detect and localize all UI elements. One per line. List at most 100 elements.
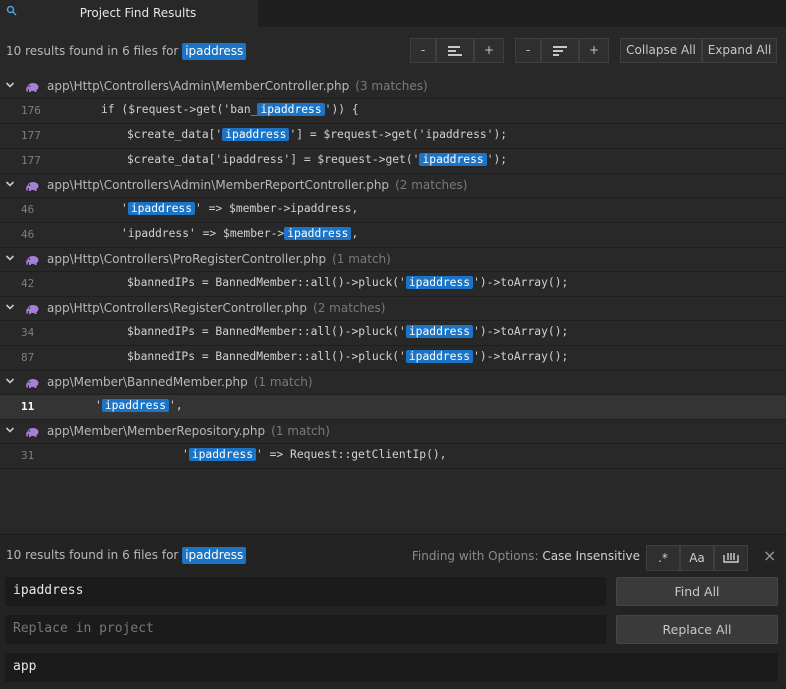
chevron-down-icon[interactable] <box>5 179 15 189</box>
paths-input[interactable]: app <box>5 653 778 682</box>
find-input[interactable]: ipaddress <box>5 577 606 606</box>
code-before: $bannedIPs = BannedMember::all()->pluck(… <box>127 325 406 338</box>
match-row[interactable]: 87 $bannedIPs = BannedMember::all()->pluc… <box>0 346 786 371</box>
tab-title: Project Find Results <box>79 6 197 20</box>
code-after: ')) { <box>324 103 359 116</box>
lines-icon <box>448 46 462 56</box>
php-file-icon <box>26 428 39 437</box>
increase-context-before-button[interactable]: + <box>474 38 504 63</box>
code-line: 'ipaddress' => $member->ipaddress, <box>121 227 358 240</box>
code-after: '] = $request->get('ipaddress'); <box>289 128 508 141</box>
code-before: $bannedIPs = BannedMember::all()->pluck(… <box>127 276 406 289</box>
file-result-row[interactable]: app\Http\Controllers\ProRegisterControll… <box>0 248 786 272</box>
file-path-text: app\Member\BannedMember.php <box>47 375 248 389</box>
code-before: 'ipaddress' => $member-> <box>121 227 285 240</box>
code-line: 'ipaddress' => $member->ipaddress, <box>121 202 358 215</box>
match-row[interactable]: 177 $create_data['ipaddress'] = $request-… <box>0 124 786 149</box>
file-result-row[interactable]: app\Member\BannedMember.php (1 match) <box>0 371 786 395</box>
increase-context-after-button[interactable]: + <box>579 38 609 63</box>
file-path: app\Http\Controllers\RegisterController.… <box>47 301 385 315</box>
chevron-down-icon[interactable] <box>5 253 15 263</box>
chevron-down-icon[interactable] <box>5 425 15 435</box>
file-path-text: app\Http\Controllers\ProRegisterControll… <box>47 252 327 266</box>
find-all-button[interactable]: Find All <box>616 577 778 606</box>
close-icon[interactable]: × <box>763 548 776 564</box>
tab-project-find-results[interactable]: Project Find Results <box>0 0 258 27</box>
line-number: 34 <box>21 326 35 339</box>
word-boundary-icon <box>723 553 739 563</box>
php-file-icon <box>26 256 39 265</box>
php-file-icon <box>26 305 39 314</box>
code-after: ')->toArray(); <box>473 325 569 338</box>
tab-bar: Project Find Results <box>0 0 786 27</box>
match-highlight: ipaddress <box>405 276 474 289</box>
context-before-button[interactable] <box>436 38 474 63</box>
match-row[interactable]: 31 ' ipaddress ' => Request::getClientIp(), <box>0 444 786 469</box>
match-row[interactable]: 176 if ($request->get('ban_ ipaddress ')) { <box>0 99 786 124</box>
options-value: Case Insensitive <box>542 549 640 563</box>
code-after: , <box>351 227 359 240</box>
replace-all-button[interactable]: Replace All <box>616 615 778 644</box>
expand-all-button[interactable]: Expand All <box>702 38 777 63</box>
file-path: app\Http\Controllers\Admin\MemberReportC… <box>47 178 467 192</box>
file-result-row[interactable]: app\Http\Controllers\RegisterController.… <box>0 297 786 321</box>
file-result-row[interactable]: app\Http\Controllers\Admin\MemberControl… <box>0 75 786 99</box>
line-number: 31 <box>21 449 35 462</box>
match-row[interactable]: 177 $create_data['ipaddress'] = $request-… <box>0 149 786 174</box>
find-summary: 10 results found in 6 files for ipaddres… <box>6 547 247 564</box>
case-sensitive-toggle[interactable]: Aa <box>680 545 714 571</box>
match-row[interactable]: 11 ' ipaddress ', <box>0 395 786 420</box>
replace-input[interactable]: Replace in project <box>5 615 606 644</box>
match-count: (1 match) <box>271 424 330 438</box>
code-after: ' => $member->ipaddress, <box>195 202 359 215</box>
line-number: 46 <box>21 203 35 216</box>
code-line: $bannedIPs = BannedMember::all()->pluck(… <box>127 350 568 363</box>
decrease-context-after-button[interactable]: - <box>515 38 541 63</box>
code-after: ' => Request::getClientIp(), <box>256 448 447 461</box>
chevron-down-icon[interactable] <box>5 376 15 386</box>
collapse-all-button[interactable]: Collapse All <box>620 38 702 63</box>
file-path-text: app\Http\Controllers\Admin\MemberControl… <box>47 79 350 93</box>
file-result-row[interactable]: app\Http\Controllers\Admin\MemberReportC… <box>0 174 786 198</box>
code-line: $bannedIPs = BannedMember::all()->pluck(… <box>127 276 568 289</box>
code-after: ')->toArray(); <box>473 276 569 289</box>
match-row[interactable]: 46 'ipaddress' => $member->ipaddress, <box>0 198 786 223</box>
php-file-icon <box>26 182 39 191</box>
line-number: 87 <box>21 351 35 364</box>
code-before: ' <box>182 448 189 461</box>
decrease-context-before-button[interactable]: - <box>410 38 436 63</box>
match-row[interactable]: 42 $bannedIPs = BannedMember::all()->pluc… <box>0 272 786 297</box>
lines-icon <box>553 46 567 56</box>
file-result-row[interactable]: app\Member\MemberRepository.php (1 match) <box>0 420 786 444</box>
whole-word-toggle[interactable] <box>714 545 748 571</box>
match-count: (1 match) <box>253 375 313 389</box>
chevron-down-icon[interactable] <box>5 80 15 90</box>
match-highlight: ipaddress <box>257 103 325 116</box>
code-line: $create_data['ipaddress'] = $request->ge… <box>127 128 507 141</box>
match-count: (1 match) <box>332 252 391 266</box>
chevron-down-icon[interactable] <box>5 302 15 312</box>
code-after: ', <box>169 399 183 412</box>
match-highlight: ipaddress <box>127 202 196 215</box>
match-highlight: ipaddress <box>405 325 474 338</box>
code-after: ')->toArray(); <box>473 350 569 363</box>
code-before: ' <box>121 202 128 215</box>
file-path: app\Member\MemberRepository.php (1 match) <box>47 424 330 438</box>
match-row[interactable]: 46 'ipaddress' => $member->ipaddress, <box>0 223 786 248</box>
match-count: (2 matches) <box>395 178 468 192</box>
find-options: Finding with Options: Case Insensitive <box>412 549 640 563</box>
match-highlight: ipaddress <box>284 227 352 240</box>
match-count: (2 matches) <box>313 301 386 315</box>
match-highlight: ipaddress <box>419 153 487 166</box>
file-path: app\Http\Controllers\ProRegisterControll… <box>47 252 391 266</box>
file-path: app\Member\BannedMember.php (1 match) <box>47 375 313 389</box>
options-label: Finding with Options: <box>411 549 539 563</box>
file-path: app\Http\Controllers\Admin\MemberControl… <box>47 79 428 93</box>
code-after: '); <box>486 153 508 166</box>
line-number: 46 <box>21 228 35 241</box>
line-number: 177 <box>21 154 41 167</box>
file-path-text: app\Http\Controllers\Admin\MemberReportC… <box>47 178 390 192</box>
regex-toggle[interactable]: .* <box>646 545 680 571</box>
context-after-button[interactable] <box>541 38 579 63</box>
match-row[interactable]: 34 $bannedIPs = BannedMember::all()->pluc… <box>0 321 786 346</box>
